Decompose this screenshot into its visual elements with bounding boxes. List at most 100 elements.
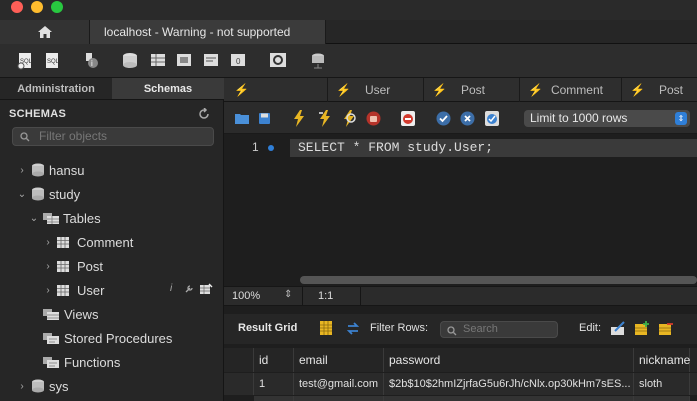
explain-icon[interactable] [342, 110, 359, 127]
zoom-level[interactable]: 100% [232, 290, 260, 302]
tab-comment[interactable]: ⚡ Comment [520, 78, 622, 102]
database-icon [32, 379, 44, 393]
reconnect-icon[interactable] [308, 50, 328, 70]
table-icon [57, 236, 69, 248]
chevron-right-icon[interactable]: › [42, 261, 54, 272]
null-row-cell[interactable] [634, 396, 690, 401]
commit-icon[interactable] [436, 111, 451, 126]
chevron-updown-icon[interactable]: ⇕ [284, 289, 292, 300]
info-icon[interactable]: i [170, 283, 172, 294]
cursor-position: 1:1 [318, 290, 334, 302]
tab-user[interactable]: ⚡ User [328, 78, 424, 102]
tree-item-label: hansu [49, 162, 85, 178]
toggle-error-stop-icon[interactable] [400, 110, 416, 127]
wrench-icon[interactable] [184, 284, 194, 294]
folder-stored-procedures[interactable]: Stored Procedures [42, 327, 172, 349]
tree-item-label: sys [49, 378, 69, 394]
open-file-icon[interactable] [234, 112, 250, 125]
cell-id[interactable]: 1 [254, 373, 294, 395]
column-header-email[interactable]: email [294, 348, 384, 372]
schema-hansu[interactable]: › hansu [16, 159, 84, 181]
cell-email[interactable]: test@gmail.com [294, 373, 384, 395]
open-sql-script-icon[interactable]: SQL [42, 50, 62, 70]
table-data-icon[interactable] [199, 283, 213, 295]
tab-query-1[interactable]: ⚡ [224, 78, 328, 102]
chevron-down-icon[interactable]: ⌄ [16, 189, 28, 200]
autocommit-toggle-icon[interactable] [484, 110, 500, 127]
tab-schemas[interactable]: Schemas [112, 78, 224, 99]
stop-icon[interactable] [366, 111, 381, 126]
database-icon [32, 163, 44, 177]
close-window-button[interactable] [11, 1, 23, 13]
tables-folder-icon [43, 213, 59, 224]
null-row-cell[interactable] [384, 396, 634, 401]
search-table-data-icon[interactable] [268, 50, 288, 70]
views-folder-icon [43, 309, 59, 320]
table-user[interactable]: › User i [42, 279, 218, 301]
chevron-right-icon[interactable]: › [16, 165, 28, 176]
zoom-window-button[interactable] [51, 1, 63, 13]
folder-functions[interactable]: Functions [42, 351, 120, 373]
tab-post-2[interactable]: ⚡ Post [622, 78, 697, 102]
sql-editor[interactable]: 1 SELECT * FROM study.User; [224, 134, 697, 284]
create-view-icon[interactable] [174, 50, 194, 70]
limit-rows-select[interactable]: Limit to 1000 rows ⇕ [524, 110, 690, 127]
lightning-icon: ⚡ [336, 83, 351, 97]
execute-current-statement-icon[interactable] [318, 110, 334, 127]
column-header-password[interactable]: password [384, 348, 634, 372]
delete-row-icon[interactable] [658, 321, 674, 336]
schemas-header: SCHEMAS [9, 108, 67, 120]
create-table-icon[interactable] [148, 50, 168, 70]
column-header-nickname[interactable]: nickname [634, 348, 690, 372]
line-number: 1 [252, 140, 259, 154]
refresh-schemas-icon[interactable] [198, 108, 210, 120]
chevron-right-icon[interactable]: › [16, 381, 28, 392]
cell-password[interactable]: $2b$10$2hmIZjrfaG5u6rJh/cNlx.op30kHm7sES… [384, 373, 634, 395]
null-row-cell[interactable] [254, 396, 294, 401]
chevron-right-icon[interactable]: › [42, 237, 54, 248]
create-function-icon[interactable]: 0 [228, 50, 248, 70]
minimize-window-button[interactable] [31, 1, 43, 13]
editor-horizontal-scrollbar[interactable] [300, 276, 697, 284]
home-tab[interactable] [0, 20, 90, 44]
lightning-icon: ⚡ [432, 83, 447, 97]
folder-views[interactable]: Views [42, 303, 98, 325]
save-icon[interactable] [258, 112, 271, 125]
null-row-cell[interactable] [294, 396, 384, 401]
tree-item-label: Comment [77, 234, 134, 250]
filter-rows-search-input[interactable]: Search [440, 321, 558, 338]
new-sql-tab-icon[interactable]: SQL [16, 50, 36, 70]
chevron-down-icon[interactable]: ⌄ [28, 213, 40, 224]
create-schema-icon[interactable] [121, 50, 141, 70]
table-post[interactable]: › Post [42, 255, 103, 277]
refresh-results-icon[interactable] [346, 322, 360, 335]
connection-tab[interactable]: localhost - Warning - not supported [90, 20, 326, 44]
schema-study[interactable]: ⌄ study [16, 183, 80, 205]
tab-post[interactable]: ⚡ Post [424, 78, 520, 102]
tab-administration[interactable]: Administration [0, 78, 112, 99]
column-header-id[interactable]: id [254, 348, 294, 372]
insert-row-icon[interactable] [634, 321, 650, 336]
chevron-right-icon[interactable]: › [42, 285, 54, 296]
search-icon [20, 132, 30, 142]
sql-statement[interactable]: SELECT * FROM study.User; [290, 139, 697, 157]
row-header-corner [224, 348, 254, 372]
schema-sys[interactable]: › sys [16, 375, 69, 397]
sidebar-tabs: Administration Schemas [0, 78, 224, 100]
execute-icon[interactable] [292, 110, 306, 127]
rollback-icon[interactable] [460, 111, 475, 126]
main-toolbar: SQL SQL i 0 [0, 44, 697, 78]
edit-row-icon[interactable] [610, 321, 626, 336]
row-selector[interactable] [224, 373, 254, 395]
cell-nickname[interactable]: sloth [634, 373, 690, 395]
filter-objects-input[interactable]: Filter objects [12, 127, 214, 146]
grid-view-icon[interactable] [320, 321, 332, 335]
limit-rows-value: Limit to 1000 rows [530, 111, 628, 125]
database-icon [32, 187, 44, 201]
create-procedure-icon[interactable] [201, 50, 221, 70]
inspector-icon[interactable]: i [82, 50, 102, 70]
tree-item-label: Post [77, 258, 104, 274]
folder-tables[interactable]: ⌄ Tables [28, 207, 101, 229]
table-comment[interactable]: › Comment [42, 231, 133, 253]
table-icon [57, 260, 69, 272]
